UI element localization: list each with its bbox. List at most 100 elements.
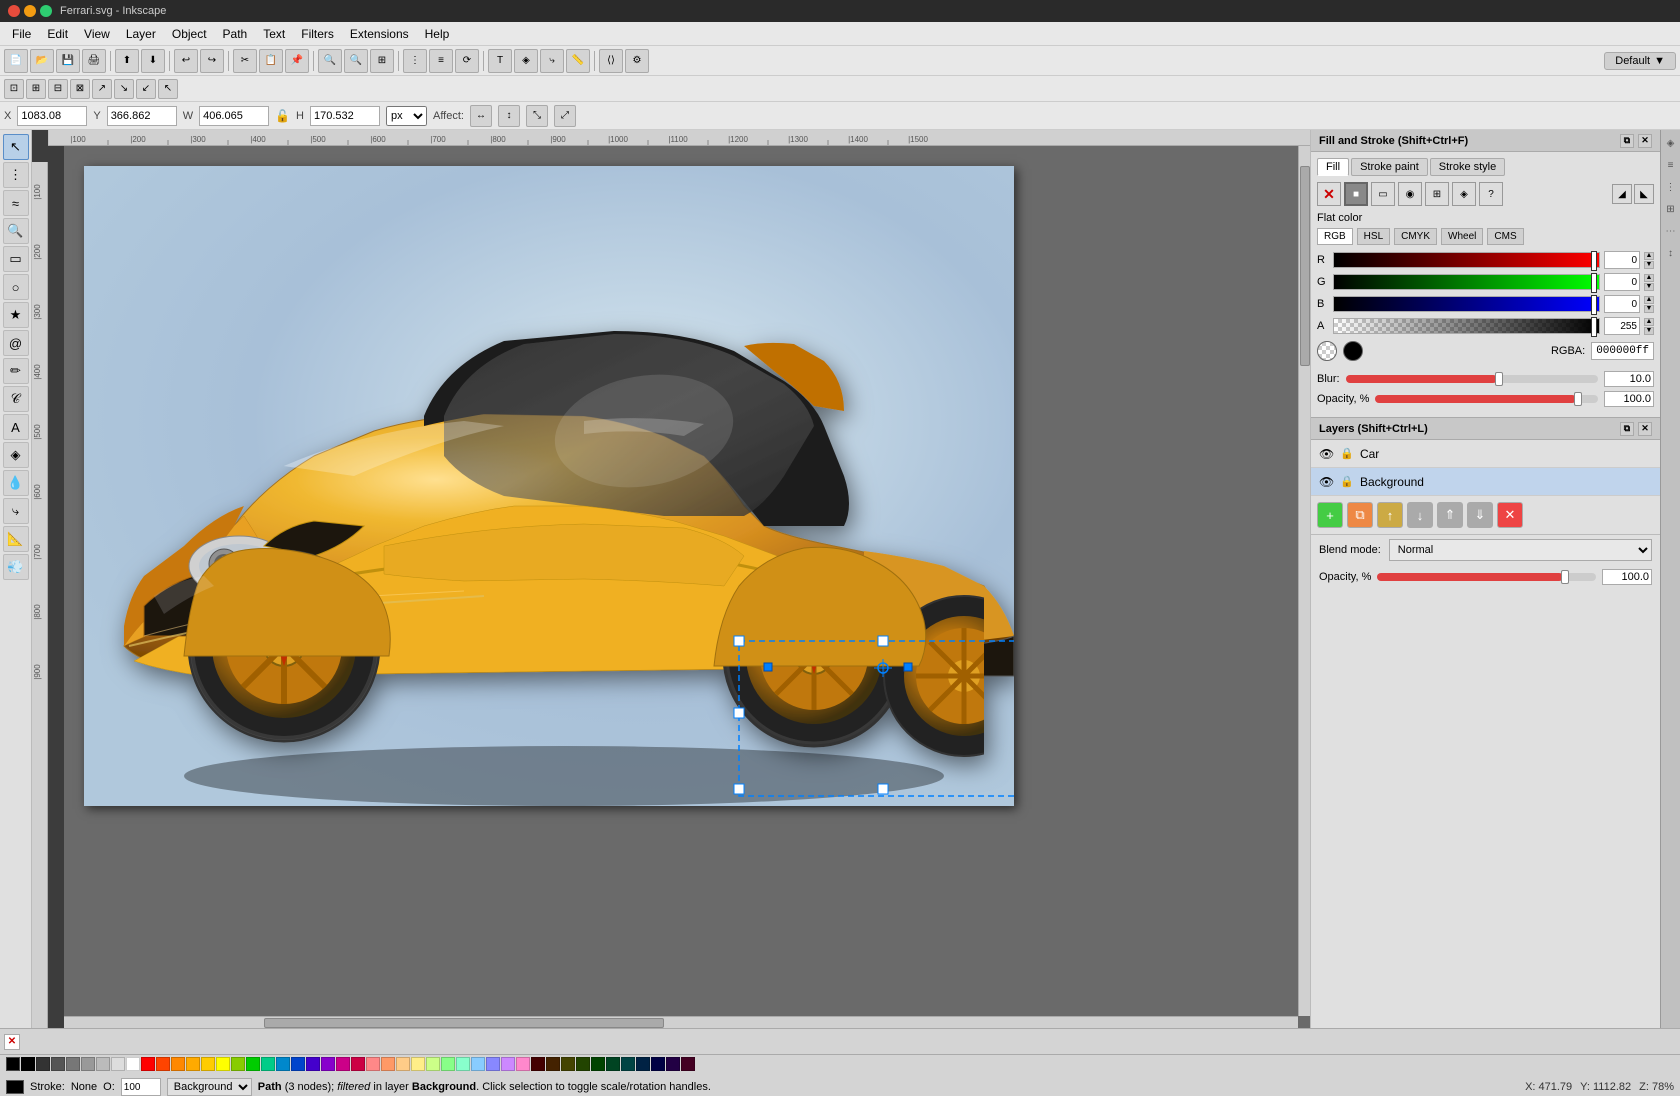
- add-layer-btn[interactable]: +: [1317, 502, 1343, 528]
- star-tool[interactable]: ★: [3, 302, 29, 328]
- strip-icon-5[interactable]: ⋯: [1662, 222, 1680, 240]
- w-input[interactable]: [199, 106, 269, 126]
- tab-fill[interactable]: Fill: [1317, 158, 1349, 176]
- bg-visibility-icon[interactable]: 👁: [1319, 475, 1334, 489]
- palette-swatch[interactable]: [111, 1057, 125, 1071]
- export-button[interactable]: ⬇: [141, 49, 165, 73]
- palette-swatch[interactable]: [66, 1057, 80, 1071]
- palette-swatch[interactable]: [126, 1057, 140, 1071]
- snap-btn-3[interactable]: ⊟: [48, 79, 68, 99]
- color-preview-left[interactable]: [1317, 341, 1337, 361]
- raise-layer-btn[interactable]: ↑: [1377, 502, 1403, 528]
- palette-swatch[interactable]: [681, 1057, 695, 1071]
- palette-none-swatch[interactable]: ✕: [4, 1034, 20, 1050]
- menu-path[interactable]: Path: [215, 25, 256, 43]
- palette-swatch[interactable]: [366, 1057, 380, 1071]
- tab-wheel[interactable]: Wheel: [1441, 228, 1483, 245]
- palette-swatch[interactable]: [51, 1057, 65, 1071]
- layer-opacity-slider[interactable]: [1377, 573, 1596, 581]
- duplicate-layer-btn[interactable]: ⧉: [1347, 502, 1373, 528]
- car-lock-icon[interactable]: 🔒: [1340, 447, 1354, 460]
- strip-icon-3[interactable]: ⋮: [1662, 178, 1680, 196]
- spray-tool[interactable]: 💨: [3, 554, 29, 580]
- v-scrollbar[interactable]: [1298, 146, 1310, 1016]
- palette-swatch[interactable]: [561, 1057, 575, 1071]
- fill-radial-btn[interactable]: ◉: [1398, 182, 1422, 206]
- status-x-btn[interactable]: [6, 1057, 20, 1071]
- affect-btn-2[interactable]: ↕: [498, 105, 520, 127]
- layers-detach-btn[interactable]: ⧉: [1620, 422, 1634, 436]
- snap-btn-5[interactable]: ↗: [92, 79, 112, 99]
- palette-swatch[interactable]: [411, 1057, 425, 1071]
- align-button[interactable]: ≡: [429, 49, 453, 73]
- palette-swatch[interactable]: [651, 1057, 665, 1071]
- a-up-btn[interactable]: ▲: [1644, 318, 1654, 326]
- palette-swatch[interactable]: [516, 1057, 530, 1071]
- h-scrollbar-thumb[interactable]: [264, 1018, 664, 1028]
- affect-btn-1[interactable]: ↔: [470, 105, 492, 127]
- a-slider[interactable]: [1333, 318, 1600, 334]
- snap-btn-7[interactable]: ↙: [136, 79, 156, 99]
- text-tool-button[interactable]: T: [488, 49, 512, 73]
- undo-button[interactable]: ↩: [174, 49, 198, 73]
- palette-swatch[interactable]: [171, 1057, 185, 1071]
- palette-swatch[interactable]: [81, 1057, 95, 1071]
- fill-swatch-btn[interactable]: ◈: [1452, 182, 1476, 206]
- to-bottom-layer-btn[interactable]: ⇓: [1467, 502, 1493, 528]
- fill-pattern-btn[interactable]: ⊞: [1425, 182, 1449, 206]
- menu-help[interactable]: Help: [417, 25, 458, 43]
- v-scrollbar-thumb[interactable]: [1300, 166, 1310, 366]
- lower-layer-btn[interactable]: ↓: [1407, 502, 1433, 528]
- maximize-button[interactable]: [40, 5, 52, 17]
- tweak-tool[interactable]: ≈: [3, 190, 29, 216]
- zoom-out-button[interactable]: 🔍: [344, 49, 368, 73]
- pencil-tool[interactable]: ✏: [3, 358, 29, 384]
- menu-extensions[interactable]: Extensions: [342, 25, 417, 43]
- palette-swatch[interactable]: [381, 1057, 395, 1071]
- callig-tool[interactable]: 𝒞: [3, 386, 29, 412]
- canvas-area[interactable]: [64, 146, 1310, 1028]
- text-tool[interactable]: A: [3, 414, 29, 440]
- snap-btn-2[interactable]: ⊞: [26, 79, 46, 99]
- blur-slider-thumb[interactable]: [1495, 372, 1503, 386]
- menu-filters[interactable]: Filters: [293, 25, 342, 43]
- palette-swatch[interactable]: [21, 1057, 35, 1071]
- fill-swatch[interactable]: [6, 1080, 24, 1094]
- b-down-btn[interactable]: ▼: [1644, 305, 1654, 313]
- palette-swatch[interactable]: [96, 1057, 110, 1071]
- tab-stroke-paint[interactable]: Stroke paint: [1351, 158, 1428, 176]
- palette-swatch[interactable]: [141, 1057, 155, 1071]
- close-button[interactable]: [8, 5, 20, 17]
- menu-object[interactable]: Object: [164, 25, 215, 43]
- layer-opacity-input[interactable]: [1602, 569, 1652, 585]
- palette-swatch[interactable]: [336, 1057, 350, 1071]
- copy-button[interactable]: 📋: [259, 49, 283, 73]
- default-dropdown[interactable]: Default ▼: [1604, 52, 1676, 70]
- snap-btn-6[interactable]: ↘: [114, 79, 134, 99]
- blur-slider[interactable]: [1346, 375, 1598, 383]
- palette-swatch[interactable]: [261, 1057, 275, 1071]
- opacity-input[interactable]: [1604, 391, 1654, 407]
- blur-input[interactable]: [1604, 371, 1654, 387]
- transform-button[interactable]: ⟳: [455, 49, 479, 73]
- connector-tool[interactable]: ⤷: [3, 498, 29, 524]
- palette-swatch[interactable]: [501, 1057, 515, 1071]
- print-button[interactable]: 🖨: [82, 49, 106, 73]
- palette-swatch[interactable]: [546, 1057, 560, 1071]
- snap-btn-4[interactable]: ⊠: [70, 79, 90, 99]
- palette-swatch[interactable]: [306, 1057, 320, 1071]
- palette-swatch[interactable]: [351, 1057, 365, 1071]
- paste-button[interactable]: 📌: [285, 49, 309, 73]
- strip-icon-2[interactable]: ≡: [1662, 156, 1680, 174]
- cut-button[interactable]: ✂: [233, 49, 257, 73]
- tab-rgb[interactable]: RGB: [1317, 228, 1353, 245]
- opacity-badge-input[interactable]: [121, 1078, 161, 1096]
- a-input[interactable]: [1604, 317, 1640, 335]
- palette-swatch[interactable]: [291, 1057, 305, 1071]
- dropper-tool[interactable]: 💧: [3, 470, 29, 496]
- palette-swatch[interactable]: [471, 1057, 485, 1071]
- palette-swatch[interactable]: [636, 1057, 650, 1071]
- strip-icon-6[interactable]: ↕: [1662, 244, 1680, 262]
- measure-tool[interactable]: 📐: [3, 526, 29, 552]
- a-down-btn[interactable]: ▼: [1644, 327, 1654, 335]
